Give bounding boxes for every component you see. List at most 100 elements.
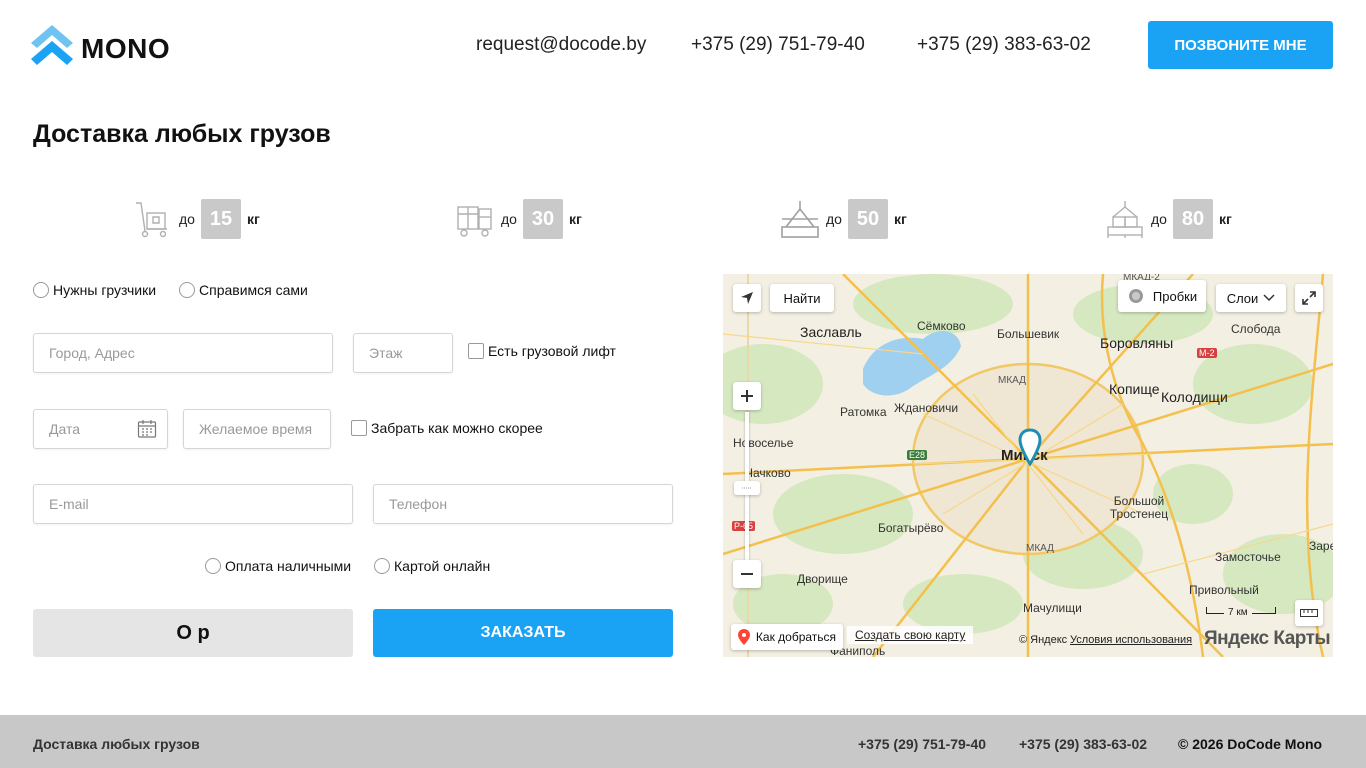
scale-label: 7 км <box>1228 607 1248 618</box>
map-place-novoselye: Новоселье <box>733 436 794 450</box>
checkbox[interactable] <box>468 343 484 359</box>
asap-checkbox[interactable]: Забрать как можно скорее <box>351 420 543 436</box>
asap-label: Забрать как можно скорее <box>371 420 543 436</box>
map-scale: 7 км <box>1206 607 1276 618</box>
header-phone-2[interactable]: +375 (29) 383-63-02 <box>917 34 1091 56</box>
route-label: Как добраться <box>755 630 837 644</box>
order-button[interactable]: ЗАКАЗАТЬ <box>373 609 673 657</box>
pay-cash-option[interactable]: Оплата наличными <box>205 558 351 574</box>
map-place-kopische: Копище <box>1109 381 1160 397</box>
scale-bar-right <box>1251 607 1276 614</box>
zoom-slider-handle[interactable] <box>734 481 760 495</box>
call-me-button[interactable]: ПОЗВОНИТЕ МНЕ <box>1148 21 1333 69</box>
movers-needed-option[interactable]: Нужны грузчики <box>33 282 156 298</box>
plus-icon <box>741 390 753 402</box>
logo[interactable]: MONO <box>31 25 170 67</box>
weight-unit: кг <box>893 211 907 227</box>
map-place-machulischi: Мачулищи <box>1023 601 1082 615</box>
weight-prefix: до <box>179 211 195 227</box>
movers-needed-label: Нужны грузчики <box>53 282 157 298</box>
map-widget[interactable]: Заславль Сёмково Большевик Боровляны Сло… <box>723 274 1333 657</box>
radio-button[interactable] <box>33 282 49 298</box>
header-phone-1[interactable]: +375 (29) 751-79-40 <box>691 34 865 56</box>
date-placeholder: Дата <box>49 421 81 437</box>
weight-value: 15 <box>200 199 241 239</box>
map-place-zamostochye: Замосточье <box>1215 550 1281 564</box>
zoom-in-button[interactable] <box>733 382 761 410</box>
footer-phone-2[interactable]: +375 (29) 383-63-02 <box>1019 736 1147 752</box>
map-road-p65: Р-65 <box>732 521 756 531</box>
radio-button[interactable] <box>205 558 221 574</box>
create-map-link[interactable]: Создать свою карту <box>847 626 974 644</box>
hand-truck-icon <box>136 202 167 238</box>
freight-elevator-label: Есть грузовой лифт <box>488 343 616 359</box>
weight-prefix: до <box>1151 211 1167 227</box>
location-arrow-icon <box>741 292 753 304</box>
map-place-chachkovo: Чачково <box>745 466 791 480</box>
footer: Доставка любых грузов +375 (29) 751-79-4… <box>0 715 1366 768</box>
weight-prefix: до <box>826 211 842 227</box>
map-find-label: Найти <box>783 290 821 306</box>
pay-cash-label: Оплата наличными <box>225 558 352 574</box>
footer-copyright: © 2026 DoCode Mono <box>1178 736 1323 752</box>
weight-option-30[interactable]: до 30 кг <box>455 197 582 241</box>
map-terms-link[interactable]: Условия использования <box>1070 634 1192 646</box>
map-place-bolshoy-trostenets: Большой Тростенец <box>1109 494 1169 521</box>
self-handle-option[interactable]: Справимся сами <box>179 282 308 298</box>
traffic-button[interactable]: Пробки <box>1118 280 1206 312</box>
weight-unit: кг <box>1218 211 1232 227</box>
radio-button[interactable] <box>374 558 390 574</box>
email-placeholder: E-mail <box>49 496 89 512</box>
ruler-button[interactable] <box>1295 600 1323 626</box>
weight-option-80[interactable]: до 80 кг <box>1105 197 1232 241</box>
traffic-label: Пробки <box>1152 288 1198 304</box>
self-handle-label: Справимся сами <box>199 282 308 298</box>
grip-icon <box>742 487 752 489</box>
checkbox[interactable] <box>351 420 367 436</box>
weight-unit: кг <box>568 211 582 227</box>
map-road-m2: M-2 <box>1197 348 1217 358</box>
weight-value: 80 <box>1172 199 1213 239</box>
freight-elevator-checkbox[interactable]: Есть грузовой лифт <box>468 343 616 359</box>
email-input[interactable]: E-mail <box>33 484 353 524</box>
weight-value: 50 <box>847 199 888 239</box>
floor-input[interactable]: Этаж <box>353 333 453 373</box>
phone-input[interactable]: Телефон <box>373 484 673 524</box>
route-button[interactable]: Как добраться <box>731 624 843 650</box>
map-place-zhdanovichi: Ждановичи <box>894 401 959 415</box>
geolocation-button[interactable] <box>733 284 761 312</box>
map-road-mkad-south: МКАД <box>1026 543 1054 554</box>
map-place-bolshevik: Большевик <box>997 327 1060 341</box>
map-pin-icon <box>737 629 750 645</box>
weight-unit: кг <box>246 211 260 227</box>
time-placeholder: Желаемое время <box>199 421 313 437</box>
footer-title: Доставка любых грузов <box>33 736 200 752</box>
fullscreen-button[interactable] <box>1295 284 1323 312</box>
layers-label: Слои <box>1226 290 1259 306</box>
footer-phone-1[interactable]: +375 (29) 751-79-40 <box>858 736 986 752</box>
logo-text: MONO <box>81 33 171 64</box>
captcha-box[interactable]: O p <box>33 609 353 657</box>
header-email[interactable]: request@docode.by <box>476 34 646 56</box>
map-marker-icon[interactable] <box>1018 428 1042 466</box>
address-placeholder: Город, Адрес <box>49 345 135 361</box>
pay-card-option[interactable]: Картой онлайн <box>374 558 490 574</box>
map-place-privolny: Привольный <box>1189 583 1259 597</box>
radio-button[interactable] <box>179 282 195 298</box>
map-place-borovlyany: Боровляны <box>1100 335 1174 351</box>
pay-card-label: Картой онлайн <box>394 558 491 574</box>
weight-option-15[interactable]: до 15 кг <box>133 197 260 241</box>
zoom-out-button[interactable] <box>733 560 761 588</box>
yandex-maps-logo[interactable]: Яндекс Карты <box>1204 628 1331 650</box>
layers-button[interactable]: Слои <box>1216 284 1286 312</box>
weight-option-50[interactable]: до 50 кг <box>780 197 907 241</box>
time-input[interactable]: Желаемое время <box>183 409 331 449</box>
map-find-button[interactable]: Найти <box>770 284 834 312</box>
calendar-icon[interactable] <box>137 419 157 439</box>
chevron-down-icon <box>1263 294 1275 302</box>
date-input[interactable]: Дата <box>33 409 168 449</box>
address-input[interactable]: Город, Адрес <box>33 333 333 373</box>
minus-icon <box>741 573 753 575</box>
map-place-kolodischi: Колодищи <box>1161 389 1228 405</box>
page-title: Доставка любых грузов <box>33 120 331 148</box>
